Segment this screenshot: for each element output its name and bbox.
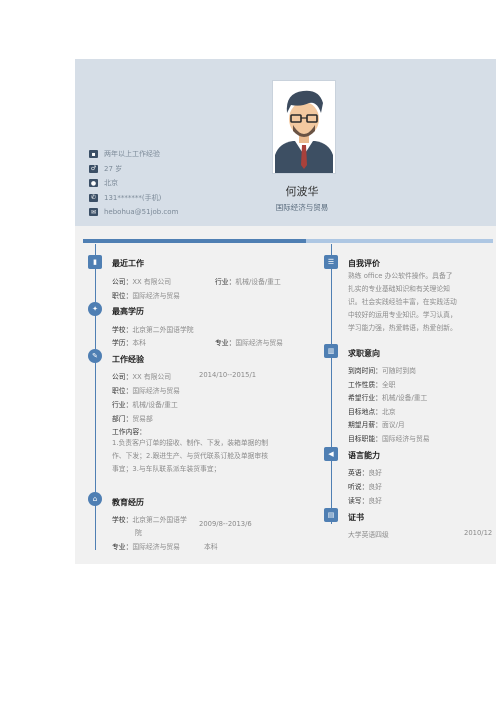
work-period: 2014/10--2015/1 [199,371,257,379]
education-major: 专业：国际经济与贸易 [112,543,180,551]
education-degree: 本科 [204,543,218,551]
work-industry: 行业：机械/设备/重工 [112,401,178,409]
work-dept: 部门：贸易部 [112,415,153,423]
work-company: 公司：XX 有限公司 [112,373,172,381]
work-content: 1.负责客户订单的接收、制作、下发，装箱单据的制 作、下发；2.跟进生产、与货代… [112,439,269,473]
language-title: 语言能力 [348,451,380,460]
work-experience-title: 工作经验 [112,355,144,364]
work-content-label: 工作内容： [112,428,146,436]
person-major: 国际经济与贸易 [275,203,329,212]
chat-icon: ☰ [324,255,338,269]
top-education-school: 学校：北京第二外国语学院 [112,326,194,334]
intent-row: 到岗时间：可随时到岗 [348,367,416,375]
contact-experience: ▪ 两年以上工作经验 [89,147,178,162]
speaker-icon: ◀ [324,447,338,461]
language-row: 英语：良好 [348,469,382,477]
divider-bar-dark [83,239,306,243]
intent-row: 希望行业：机械/设备/重工 [348,394,428,402]
language-row: 听说：良好 [348,483,382,491]
education-school-cont: 院 [135,529,142,537]
avatar [273,81,335,173]
education-title: 教育经历 [112,498,144,507]
education-period: 2009/8--2013/6 [199,520,252,528]
resume-page: ▪ 两年以上工作经验 ♂ 27 岁 ● 北京 ✆ 131*******(手机) … [75,59,496,564]
intent-title: 求职意向 [348,349,380,358]
self-eval-text: 熟练 office 办公软件操作。具备了 扎实的专业基础知识和有关理论知 识。社… [348,272,457,332]
work-position: 职位：国际经济与贸易 [112,387,180,395]
graduate-icon: ✦ [88,302,102,316]
divider-bar-light [306,239,493,243]
running-icon: ✎ [88,349,102,363]
recent-position: 职位：国际经济与贸易 [112,292,180,300]
intent-row: 期望月薪：面议/月 [348,421,405,429]
resume-header: ▪ 两年以上工作经验 ♂ 27 岁 ● 北京 ✆ 131*******(手机) … [75,59,496,226]
phone-icon: ▮ [88,255,102,269]
intent-row: 目标地点：北京 [348,408,396,416]
top-education-major: 专业：国际经济与贸易 [215,339,283,347]
cert-name: 大学英语四级 [348,531,389,539]
recent-company: 公司：XX 有限公司 [112,278,172,286]
intent-row: 目标职能：国际经济与贸易 [348,435,430,443]
cert-date: 2010/12 [464,529,493,537]
briefcase-icon: ▪ [89,150,98,159]
cert-title: 证书 [348,513,364,522]
top-education-degree: 学历：本科 [112,339,146,347]
recent-industry: 行业：机械/设备/重工 [215,278,281,286]
top-education-title: 最高学历 [112,307,144,316]
timeline-right [331,244,332,524]
recent-work-title: 最近工作 [112,259,144,268]
intent-row: 工作性质：全职 [348,381,396,389]
contact-age: ♂ 27 岁 [89,164,123,173]
education-school: 学校：北京第二外国语学 [112,516,187,524]
school-building-icon: ⌂ [88,492,102,506]
person-name: 何波华 [285,185,319,198]
self-eval-title: 自我评价 [348,259,380,268]
language-row: 读写：良好 [348,497,382,505]
gender-icon: ♂ [89,164,98,173]
avatar-illustration-icon [273,81,335,173]
certificate-icon: ▤ [324,508,338,522]
book-icon: ▥ [324,344,338,358]
